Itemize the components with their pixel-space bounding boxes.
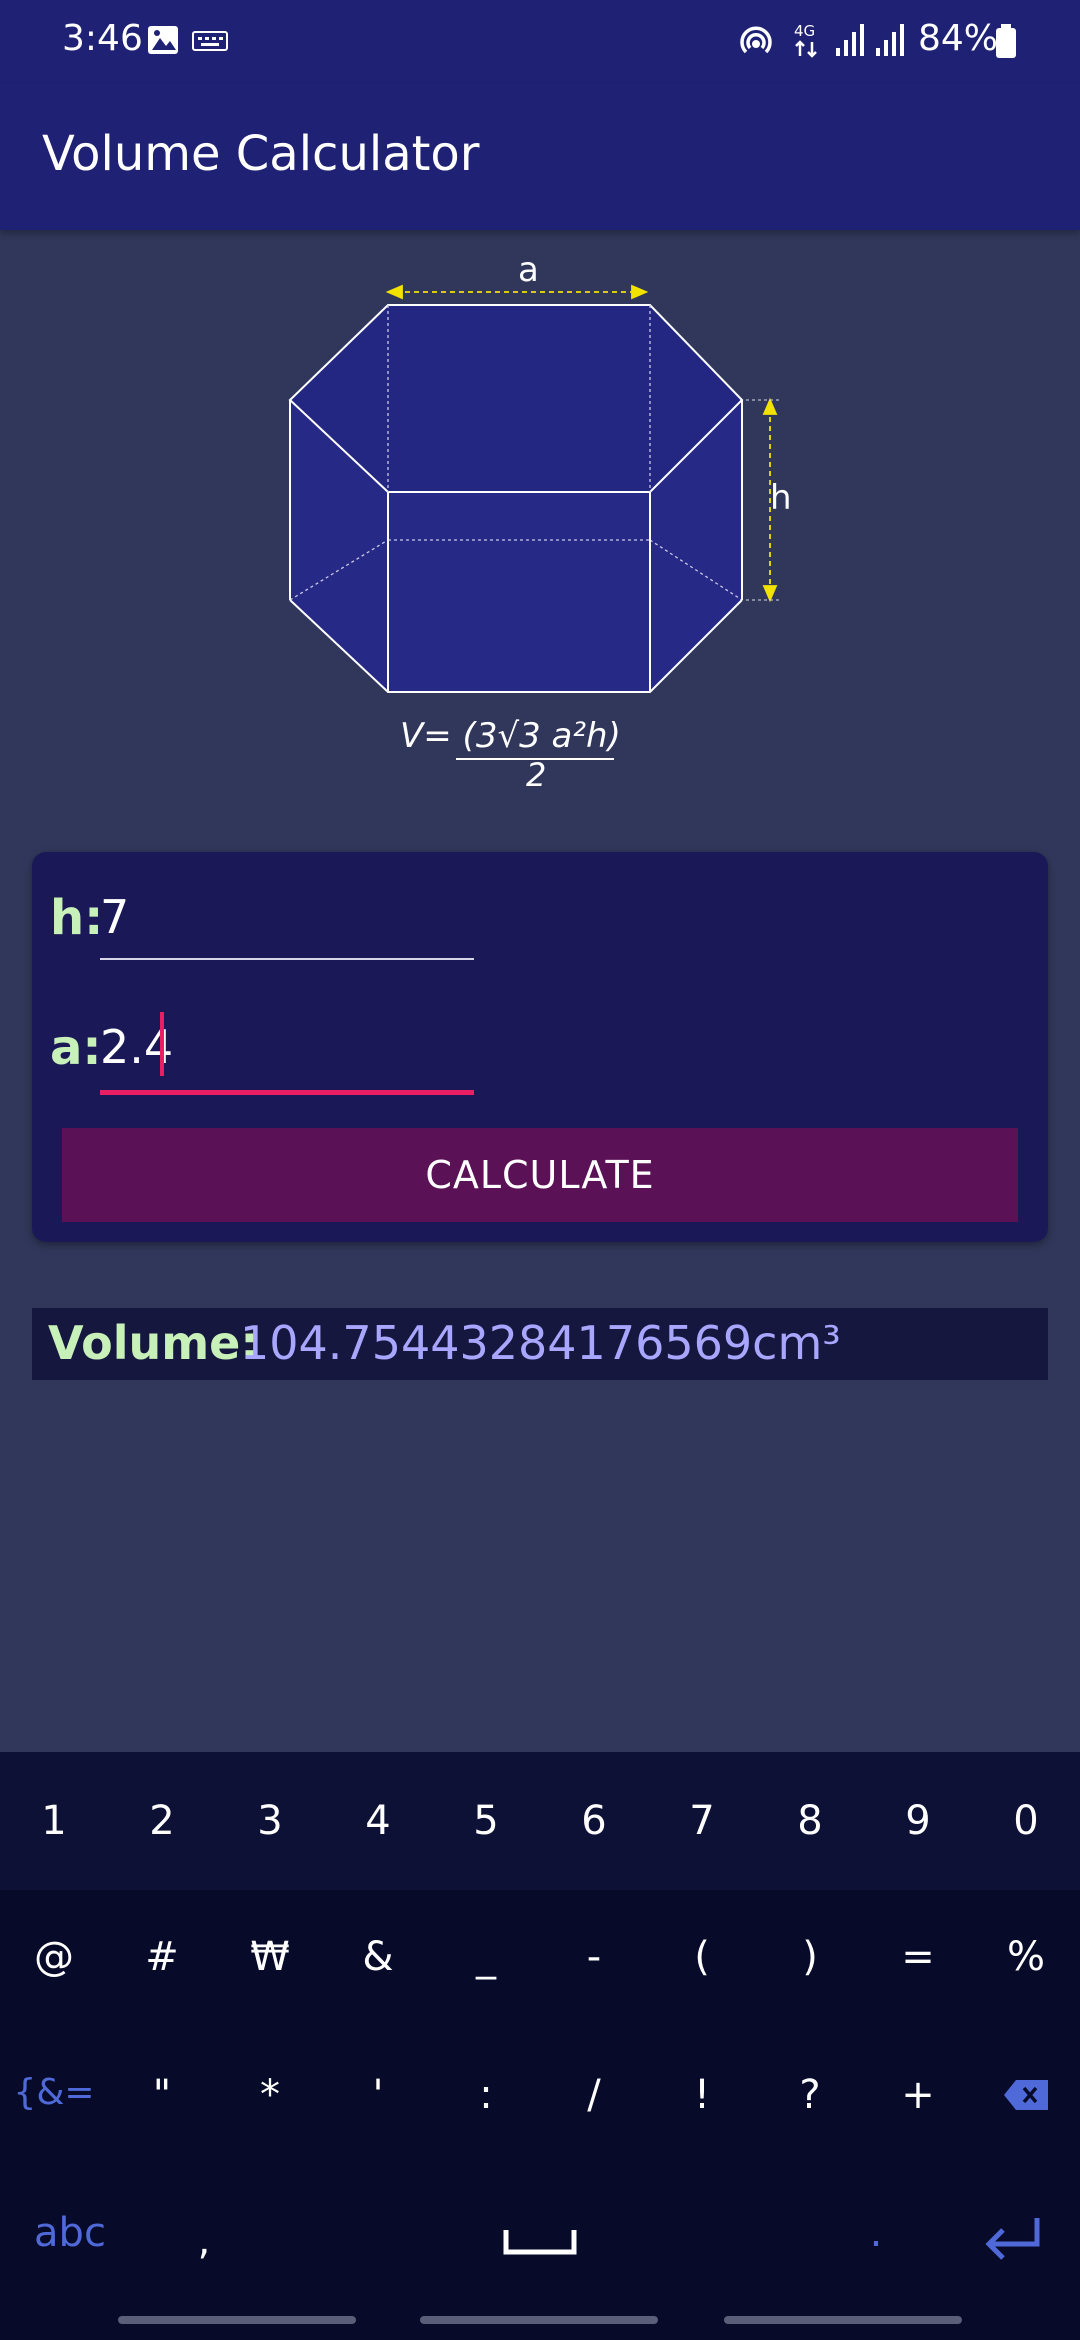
key-won[interactable]: ₩: [216, 1934, 324, 1980]
key-5[interactable]: 5: [432, 1798, 540, 1844]
key-colon[interactable]: :: [432, 2072, 540, 2118]
signal-icon: [874, 24, 906, 62]
key-at[interactable]: @: [0, 1934, 108, 1980]
a-input-underline: [100, 1090, 474, 1095]
volume-label: Volume:: [48, 1316, 259, 1370]
dimension-a-label: a: [518, 250, 539, 290]
input-card: h: 7 a: 2.4 CALCULATE: [32, 852, 1048, 1242]
signal-icon: [834, 24, 866, 62]
formula-denominator: 2: [526, 756, 547, 794]
key-exclamation[interactable]: !: [648, 2072, 756, 2118]
backspace-icon[interactable]: [972, 2076, 1080, 2122]
text-cursor: [160, 1012, 164, 1076]
hexagonal-prism-diagram: a h V= (3√3 a²h) 2: [270, 240, 810, 800]
battery-icon: [994, 24, 1018, 64]
svg-text:4G: 4G: [794, 22, 815, 40]
symbol-keyboard: 1 2 3 4 5 6 7 8 9 0 @ # ₩ & _ - ( ) = % …: [0, 1752, 1080, 2340]
key-more-symbols[interactable]: {&=: [0, 2072, 108, 2113]
key-apostrophe[interactable]: ': [324, 2072, 432, 2118]
key-close-paren[interactable]: ): [756, 1934, 864, 1980]
formula-numerator: V= (3√3 a²h): [400, 716, 621, 756]
key-comma[interactable]: ,: [150, 2218, 258, 2264]
key-open-paren[interactable]: (: [648, 1934, 756, 1980]
key-question[interactable]: ?: [756, 2072, 864, 2118]
key-3[interactable]: 3: [216, 1798, 324, 1844]
page-title: Volume Calculator: [42, 126, 480, 182]
key-underscore[interactable]: _: [432, 1934, 540, 1980]
nav-bar-right[interactable]: [724, 2316, 962, 2324]
key-percent[interactable]: %: [972, 1934, 1080, 1980]
enter-icon[interactable]: [958, 2214, 1066, 2278]
key-4[interactable]: 4: [324, 1798, 432, 1844]
volume-value: 104.75443284176569cm³: [240, 1316, 841, 1370]
key-1[interactable]: 1: [0, 1798, 108, 1844]
key-hash[interactable]: #: [108, 1934, 216, 1980]
key-2[interactable]: 2: [108, 1798, 216, 1844]
h-label: h:: [50, 890, 104, 946]
key-ampersand[interactable]: &: [324, 1934, 432, 1980]
status-bar: 3:46 4G 84%: [0, 0, 1080, 84]
battery-percentage: 84%: [918, 18, 999, 59]
app-bar: Volume Calculator: [0, 84, 1080, 230]
nav-bar-left[interactable]: [118, 2316, 356, 2324]
key-quote[interactable]: ": [108, 2072, 216, 2118]
nav-bar-center[interactable]: [420, 2316, 658, 2324]
4g-icon: 4G: [792, 20, 822, 64]
key-abc[interactable]: abc: [16, 2210, 124, 2256]
keyboard-number-row: 1 2 3 4 5 6 7 8 9 0: [0, 1752, 1080, 1890]
result-panel: Volume: 104.75443284176569cm³: [32, 1308, 1048, 1380]
key-period[interactable]: .: [822, 2210, 930, 2256]
a-label: a:: [50, 1020, 102, 1076]
h-input[interactable]: 7: [100, 890, 129, 944]
key-7[interactable]: 7: [648, 1798, 756, 1844]
spacebar-icon[interactable]: [486, 2222, 594, 2268]
image-icon: [146, 24, 180, 60]
key-8[interactable]: 8: [756, 1798, 864, 1844]
key-minus[interactable]: -: [540, 1934, 648, 1980]
status-time: 3:46: [62, 18, 143, 59]
dimension-h-label: h: [770, 478, 792, 518]
calculate-button[interactable]: CALCULATE: [62, 1128, 1018, 1222]
key-plus[interactable]: +: [864, 2072, 972, 2118]
key-asterisk[interactable]: *: [216, 2072, 324, 2118]
hotspot-icon: [736, 22, 776, 66]
key-slash[interactable]: /: [540, 2072, 648, 2118]
keyboard-icon: [192, 30, 228, 56]
h-input-underline: [100, 958, 474, 960]
key-6[interactable]: 6: [540, 1798, 648, 1844]
key-0[interactable]: 0: [972, 1798, 1080, 1844]
key-equals[interactable]: =: [864, 1934, 972, 1980]
key-9[interactable]: 9: [864, 1798, 972, 1844]
